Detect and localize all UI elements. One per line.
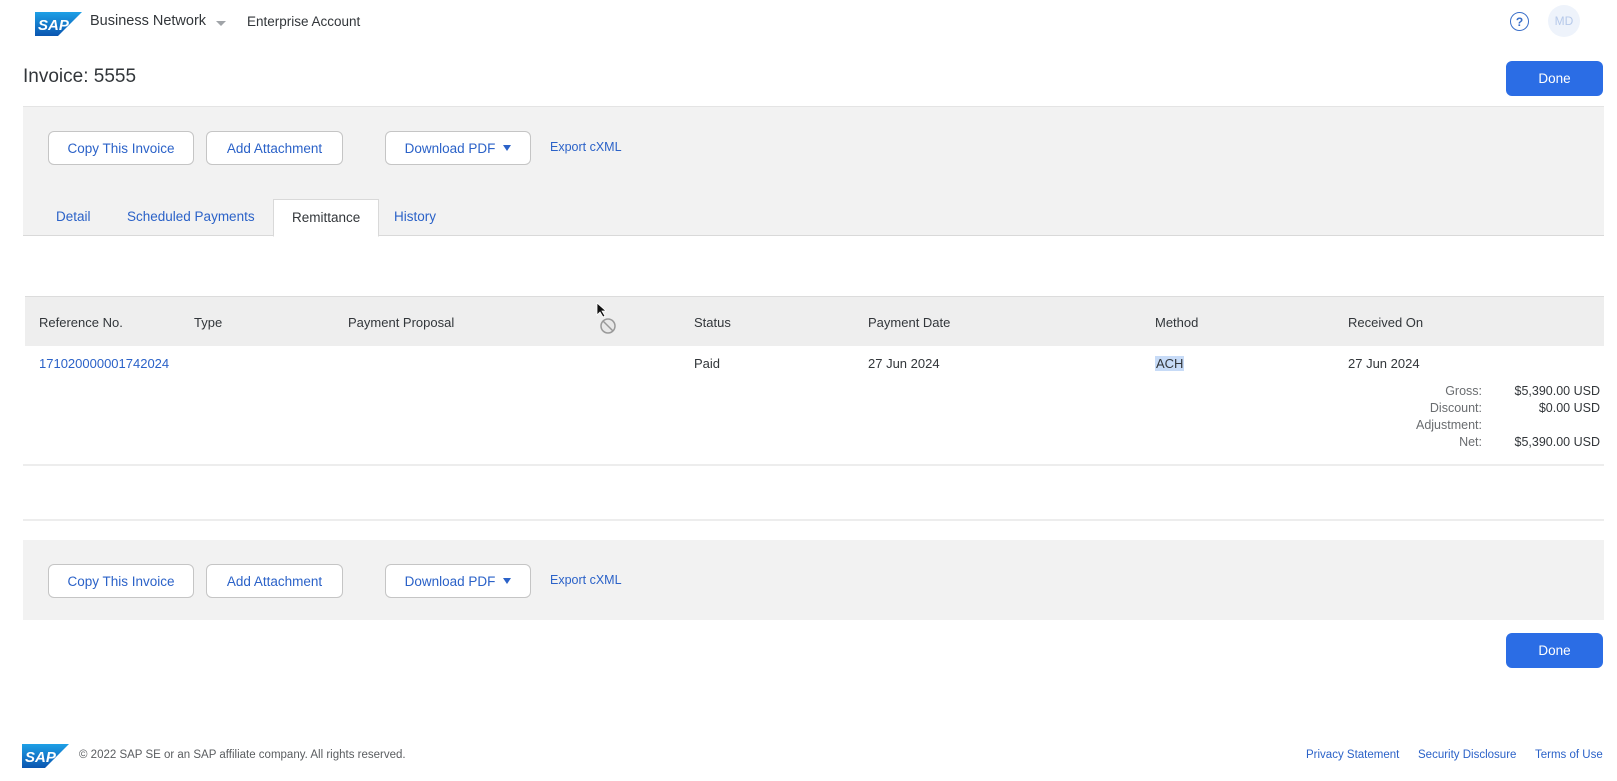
column-header-received-on[interactable]: Received On	[1348, 315, 1423, 330]
invoice-tabs: Detail Scheduled Payments Remittance His…	[23, 186, 1604, 237]
svg-text:SAP: SAP	[38, 17, 70, 34]
adjustment-value	[1490, 417, 1600, 434]
column-header-payment-proposal[interactable]: Payment Proposal	[348, 315, 454, 330]
export-cxml-link[interactable]: Export cXML	[550, 140, 622, 154]
svg-text:SAP: SAP	[25, 749, 57, 766]
tab-history[interactable]: History	[394, 199, 436, 235]
security-disclosure-link[interactable]: Security Disclosure	[1418, 749, 1516, 761]
download-pdf-button-bottom[interactable]: Download PDF	[385, 564, 531, 598]
caret-down-icon	[503, 578, 512, 584]
page-title: Invoice: 5555	[23, 66, 137, 87]
action-toolbar-top: Copy This Invoice Add Attachment Downloa…	[23, 106, 1604, 186]
sap-logo[interactable]: SAP	[35, 12, 82, 36]
help-icon[interactable]: ?	[1510, 12, 1529, 31]
net-label: Net:	[1459, 435, 1482, 449]
column-header-status[interactable]: Status	[694, 315, 731, 330]
not-allowed-cursor-icon	[596, 302, 616, 334]
export-cxml-link-bottom[interactable]: Export cXML	[550, 573, 622, 587]
privacy-statement-link[interactable]: Privacy Statement	[1306, 749, 1399, 761]
download-pdf-label: Download PDF	[404, 573, 496, 589]
tab-remittance[interactable]: Remittance	[273, 199, 380, 237]
done-button-bottom[interactable]: Done	[1506, 633, 1603, 668]
sap-logo-footer: SAP	[22, 744, 69, 768]
status-cell: Paid	[694, 356, 721, 371]
brand-label: Business Network	[90, 13, 207, 29]
done-button-top[interactable]: Done	[1506, 61, 1603, 96]
column-header-type[interactable]: Type	[194, 315, 222, 330]
totals-labels: Gross: Discount: Adjustment: Net:	[1340, 383, 1482, 451]
account-label[interactable]: Enterprise Account	[247, 14, 360, 29]
tab-scheduled-payments[interactable]: Scheduled Payments	[127, 199, 255, 235]
top-bar: SAP Business Network Enterprise Account …	[0, 0, 1617, 44]
table-divider	[23, 464, 1604, 466]
action-toolbar-bottom: Copy This Invoice Add Attachment Downloa…	[23, 540, 1604, 620]
add-attachment-button[interactable]: Add Attachment	[206, 131, 343, 165]
gross-value: $5,390.00 USD	[1514, 384, 1600, 398]
column-header-method[interactable]: Method	[1155, 315, 1198, 330]
copy-invoice-button-bottom[interactable]: Copy This Invoice	[48, 564, 194, 598]
chevron-down-icon	[216, 20, 227, 26]
copy-invoice-button[interactable]: Copy This Invoice	[48, 131, 194, 165]
avatar[interactable]: MD	[1548, 5, 1580, 37]
terms-of-use-link[interactable]: Terms of Use	[1535, 749, 1603, 761]
reference-link[interactable]: 171020000001742024	[39, 356, 169, 371]
download-pdf-button[interactable]: Download PDF	[385, 131, 531, 165]
discount-value: $0.00 USD	[1538, 401, 1600, 415]
net-value: $5,390.00 USD	[1514, 435, 1600, 449]
received-on-cell: 27 Jun 2024	[1348, 356, 1420, 371]
caret-down-icon	[503, 145, 512, 151]
copyright-text: © 2022 SAP SE or an SAP affiliate compan…	[79, 749, 406, 761]
payment-date-cell: 27 Jun 2024	[868, 356, 940, 371]
gross-label: Gross:	[1445, 384, 1482, 398]
section-divider	[23, 519, 1604, 521]
column-header-payment-date[interactable]: Payment Date	[868, 315, 950, 330]
method-value: ACH	[1155, 356, 1185, 371]
column-header-reference[interactable]: Reference No.	[39, 315, 123, 330]
method-cell: ACH	[1155, 356, 1185, 371]
totals-values: $5,390.00 USD $0.00 USD $5,390.00 USD	[1490, 383, 1600, 451]
add-attachment-button-bottom[interactable]: Add Attachment	[206, 564, 343, 598]
adjustment-label: Adjustment:	[1415, 418, 1482, 432]
remittance-table-header: Reference No. Type Payment Proposal Stat…	[25, 296, 1604, 346]
discount-label: Discount:	[1429, 401, 1482, 415]
download-pdf-label: Download PDF	[404, 140, 496, 156]
tab-detail[interactable]: Detail	[56, 199, 91, 235]
business-network-menu[interactable]: Business Network	[90, 13, 227, 29]
